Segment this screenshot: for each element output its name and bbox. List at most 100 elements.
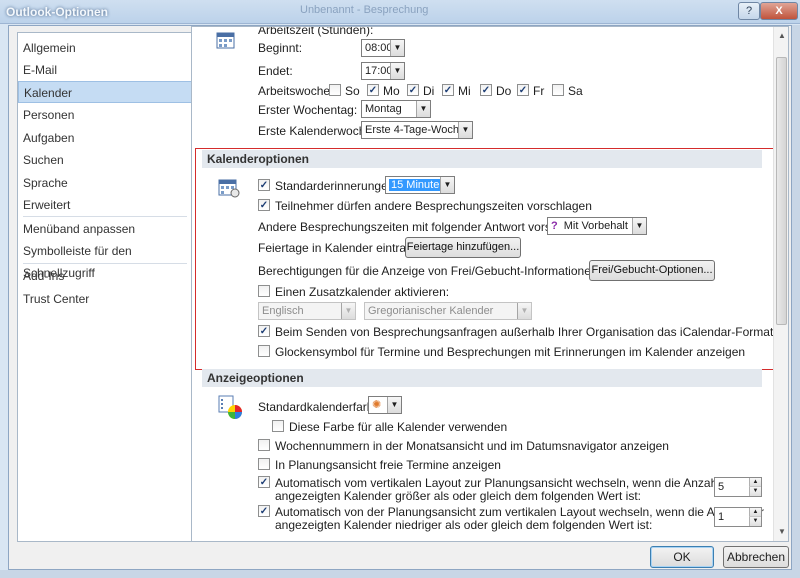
add-holidays-button[interactable]: Feiertage hinzufügen... <box>405 237 521 258</box>
reminder-value: 15 Minuten <box>389 179 448 191</box>
week-numbers-checkbox[interactable] <box>258 439 270 451</box>
scroll-up-icon[interactable]: ▲ <box>778 31 786 40</box>
sidebar-item-schnellzugriff[interactable]: Symbolleiste für den Schnellzugriff <box>18 240 192 280</box>
auto-schedule-spinner[interactable]: 5 ▲ ▼ <box>714 477 762 497</box>
alt-calendar-type-select[interactable]: Gregorianischer Kalender ▼ <box>364 302 532 320</box>
day-checkbox-mo[interactable]: ✓ <box>367 84 379 96</box>
reminder-select[interactable]: 15 Minuten ▼ <box>385 176 455 194</box>
background-window-edge <box>792 25 800 570</box>
day-checkbox-so[interactable] <box>329 84 341 96</box>
help-button[interactable]: ? <box>738 2 760 20</box>
response-select[interactable]: ? Mit Vorbehalt ▼ <box>547 217 647 235</box>
arbeitszeit-header: Arbeitszeit (Stunden): <box>258 26 374 37</box>
sidebar-item-allgemein[interactable]: Allgemein <box>18 37 192 59</box>
workweek-label: Arbeitswoche: <box>258 84 334 98</box>
icalendar-checkbox[interactable]: ✓ <box>258 325 270 337</box>
calendar-reminder-icon <box>218 179 240 198</box>
sidebar-item-sprache[interactable]: Sprache <box>18 172 192 194</box>
alt-calendar-language-select[interactable]: Englisch ▼ <box>258 302 356 320</box>
first-weekday-select[interactable]: Montag ▼ <box>361 100 431 118</box>
dropdown-arrow-icon: ▼ <box>632 218 646 234</box>
day-checkbox-di[interactable]: ✓ <box>407 84 419 96</box>
sidebar-item-menueband[interactable]: Menüband anpassen <box>18 218 192 240</box>
propose-times-label: Teilnehmer dürfen andere Besprechungszei… <box>275 199 592 213</box>
auto-vertical-spinner[interactable]: 1 ▲ ▼ <box>714 507 762 527</box>
dropdown-arrow-icon: ▼ <box>390 40 404 56</box>
sidebar-item-email[interactable]: E-Mail <box>18 59 192 81</box>
bell-icon-checkbox[interactable] <box>258 345 270 357</box>
taskbar-edge <box>0 570 800 578</box>
day-label-di: Di <box>423 84 435 98</box>
sidebar-item-erweitert[interactable]: Erweitert <box>18 194 192 216</box>
all-calendars-color-label: Diese Farbe für alle Kalender verwenden <box>289 420 508 434</box>
end-time-select[interactable]: 17:00 ▼ <box>361 62 405 80</box>
reminder-checkbox[interactable]: ✓ <box>258 179 270 191</box>
all-calendars-color-checkbox[interactable] <box>272 420 284 432</box>
freebusy-label: Berechtigungen für die Anzeige von Frei/… <box>258 264 642 278</box>
first-week-label: Erste Kalenderwoche: <box>258 124 376 138</box>
begin-time-value: 08:00 <box>365 42 393 54</box>
calendar-color-label: Standardkalenderfarbe: <box>258 400 384 414</box>
sidebar-item-aufgaben[interactable]: Aufgaben <box>18 127 192 149</box>
sidebar-divider <box>23 263 187 264</box>
spin-down-icon[interactable]: ▼ <box>749 487 761 496</box>
first-week-value: Erste 4-Tage-Woche <box>365 124 466 136</box>
dropdown-arrow-icon: ▼ <box>416 101 430 117</box>
spin-up-icon[interactable]: ▲ <box>749 508 761 517</box>
section-header-kalenderoptionen: Kalenderoptionen <box>202 150 762 168</box>
day-label-fr: Fr <box>533 84 545 98</box>
day-checkbox-do[interactable]: ✓ <box>480 84 492 96</box>
auto-schedule-label-line1: Automatisch vom vertikalen Layout zur Pl… <box>275 476 741 490</box>
window-title: Outlook-Optionen <box>6 5 108 19</box>
reminder-label: Standarderinnerungen: <box>275 179 398 193</box>
scrollbar-thumb[interactable] <box>776 57 787 325</box>
calendar-color-select[interactable]: ✺ ▼ <box>368 396 402 414</box>
day-checkbox-fr[interactable]: ✓ <box>517 84 529 96</box>
day-label-mo: Mo <box>383 84 400 98</box>
begin-time-select[interactable]: 08:00 ▼ <box>361 39 405 57</box>
free-time-label: In Planungsansicht freie Termine anzeige… <box>275 458 501 472</box>
vertical-scrollbar[interactable]: ▲ ▼ <box>773 27 788 541</box>
auto-vertical-value: 1 <box>718 511 725 523</box>
color-swatch-icon: ✺ <box>372 399 382 411</box>
auto-vertical-label-line2: angezeigten Kalender niedriger als oder … <box>275 518 653 532</box>
dialog-client-area: Allgemein E-Mail Kalender Personen Aufga… <box>8 25 792 570</box>
first-weekday-value: Montag <box>365 103 402 115</box>
sidebar-item-kalender[interactable]: Kalender <box>18 81 192 103</box>
sidebar-item-trustcenter[interactable]: Trust Center <box>18 288 192 310</box>
auto-vertical-checkbox[interactable]: ✓ <box>258 505 270 517</box>
dropdown-arrow-icon: ▼ <box>458 122 472 138</box>
free-time-checkbox[interactable] <box>258 458 270 470</box>
ok-button[interactable]: OK <box>650 546 714 568</box>
week-numbers-label: Wochennummern in der Monatsansicht und i… <box>275 439 669 453</box>
sidebar-item-personen[interactable]: Personen <box>18 104 192 126</box>
auto-schedule-value: 5 <box>718 481 725 493</box>
options-content-panel: Arbeitszeit (Stunden): Beginnt: 08:00 ▼ … <box>191 26 789 542</box>
dropdown-arrow-icon: ▼ <box>387 397 401 413</box>
sidebar-item-addins[interactable]: Add-Ins <box>18 265 192 287</box>
title-bar: Outlook-Optionen Unbenannt - Besprechung… <box>0 0 800 24</box>
sidebar-item-suchen[interactable]: Suchen <box>18 149 192 171</box>
alt-calendar-label: Einen Zusatzkalender aktivieren: <box>275 285 450 299</box>
cancel-button[interactable]: Abbrechen <box>723 546 789 568</box>
first-week-select[interactable]: Erste 4-Tage-Woche ▼ <box>361 121 473 139</box>
dropdown-arrow-icon: ▼ <box>517 303 531 319</box>
spin-up-icon[interactable]: ▲ <box>749 478 761 487</box>
response-label: Andere Besprechungszeiten mit folgender … <box>258 220 597 234</box>
day-checkbox-mi[interactable]: ✓ <box>442 84 454 96</box>
calendar-clock-icon <box>216 32 235 49</box>
auto-schedule-checkbox[interactable]: ✓ <box>258 476 270 488</box>
question-mark-icon: ? <box>551 220 558 232</box>
scroll-down-icon[interactable]: ▼ <box>778 527 786 536</box>
close-button[interactable]: X <box>760 2 798 20</box>
spin-down-icon[interactable]: ▼ <box>749 517 761 526</box>
begin-label: Beginnt: <box>258 41 303 55</box>
alt-calendar-checkbox[interactable] <box>258 285 270 297</box>
sidebar-divider <box>23 216 187 217</box>
freebusy-options-button[interactable]: Frei/Gebucht-Optionen... <box>589 260 715 281</box>
first-weekday-label: Erster Wochentag: <box>258 103 358 117</box>
day-checkbox-sa[interactable] <box>552 84 564 96</box>
background-window-title: Unbenannt - Besprechung <box>300 4 429 16</box>
day-label-so: So <box>345 84 360 98</box>
propose-times-checkbox[interactable]: ✓ <box>258 199 270 211</box>
